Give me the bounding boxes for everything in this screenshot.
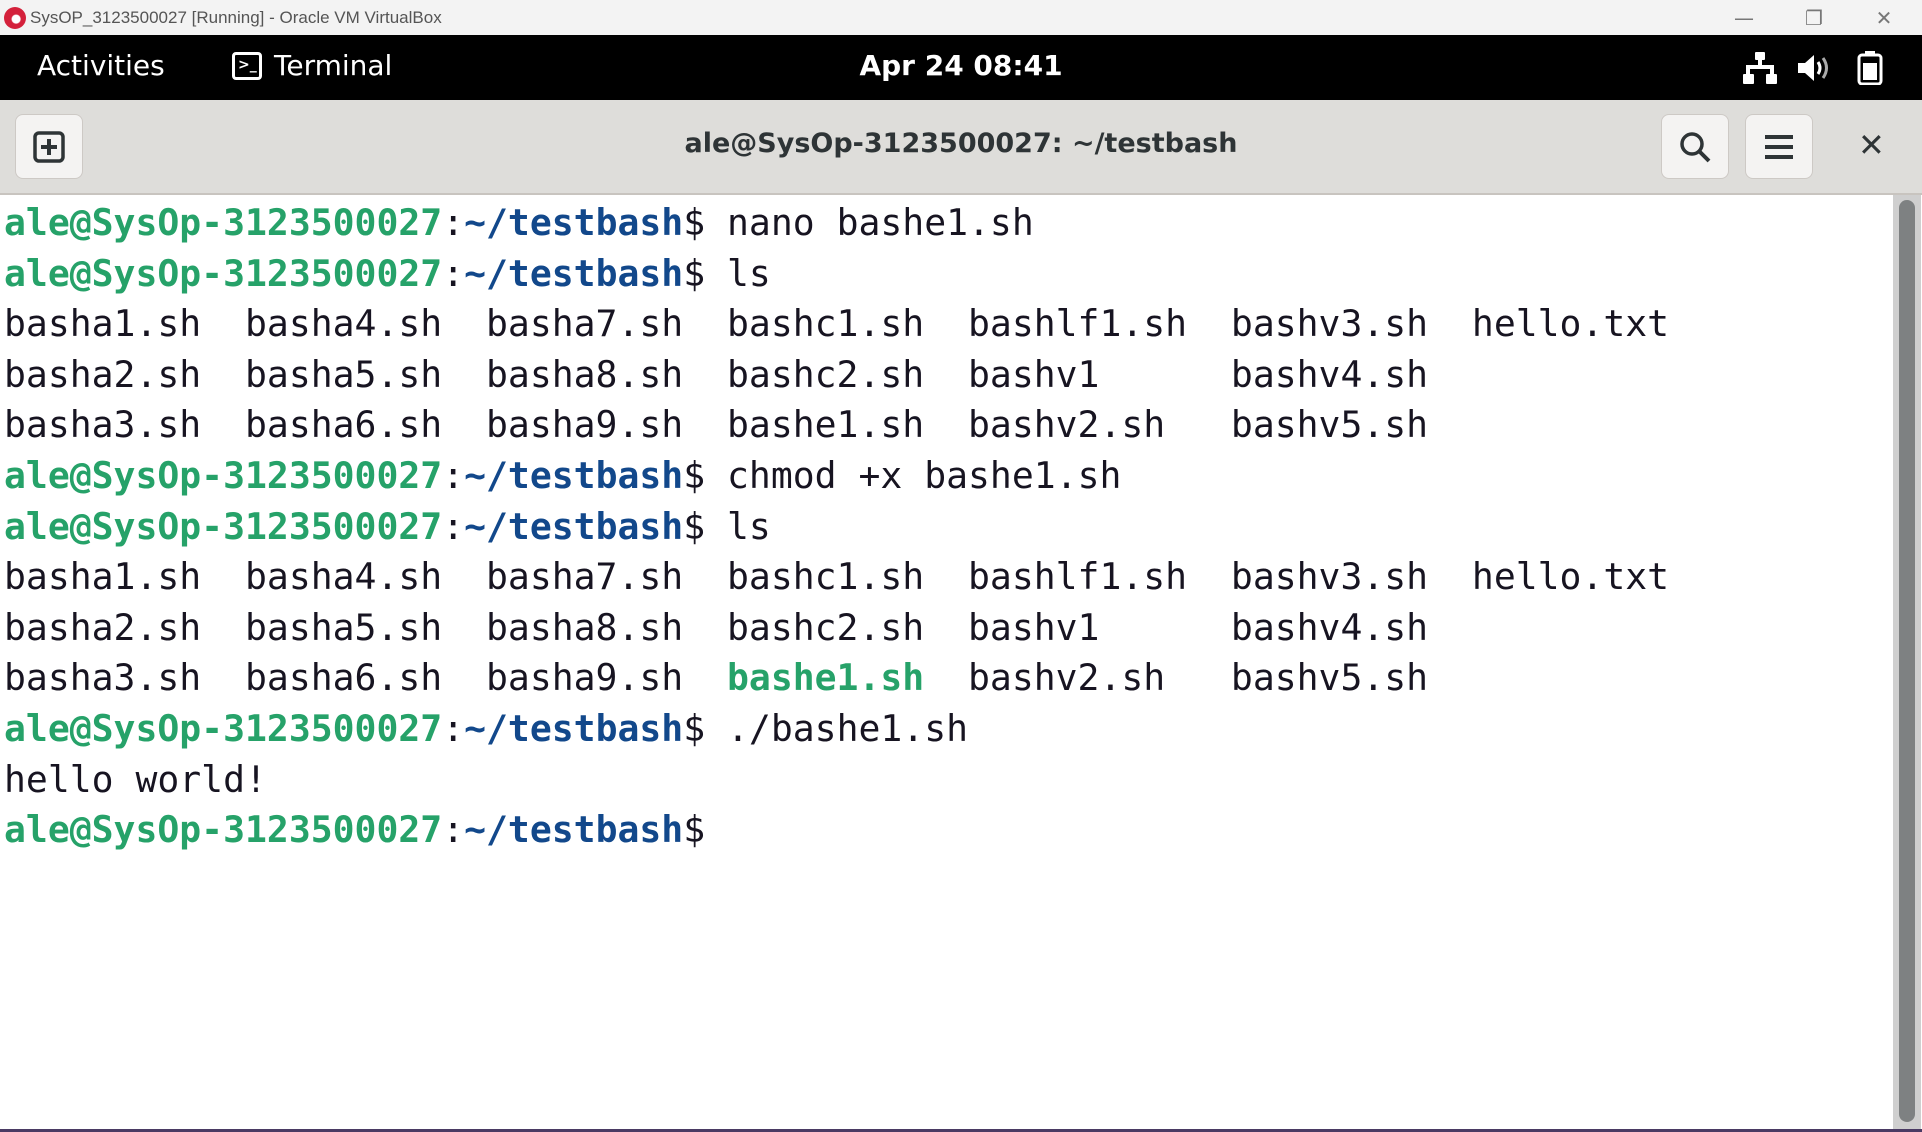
terminal-text: $ ls bbox=[683, 504, 771, 548]
battery-icon[interactable] bbox=[1850, 51, 1890, 85]
terminal-line: basha2.sh basha5.sh basha8.sh bashc2.sh … bbox=[4, 603, 1669, 654]
terminal-line: basha3.sh basha6.sh basha9.sh bashe1.sh … bbox=[4, 653, 1669, 704]
prompt-user-host: ale@SysOp-3123500027 bbox=[4, 504, 443, 548]
terminal-text: $ bbox=[683, 808, 706, 852]
scrollbar-thumb[interactable] bbox=[1899, 200, 1915, 1122]
prompt-user-host: ale@SysOp-3123500027 bbox=[4, 808, 443, 852]
terminal-title: ale@SysOp-3123500027: ~/testbash bbox=[684, 128, 1238, 159]
menu-button[interactable] bbox=[1745, 114, 1813, 179]
prompt-user-host: ale@SysOp-3123500027 bbox=[4, 453, 443, 497]
terminal-line: basha1.sh basha4.sh basha7.sh bashc1.sh … bbox=[4, 299, 1669, 350]
virtualbox-logo-icon bbox=[4, 6, 26, 29]
hamburger-menu-icon bbox=[1765, 134, 1793, 159]
close-window-button[interactable]: ✕ bbox=[1856, 0, 1912, 35]
terminal-text: basha2.sh basha5.sh basha8.sh bashc2.sh … bbox=[4, 352, 1429, 396]
terminal-line: ale@SysOp-3123500027:~/testbash$ ls bbox=[4, 502, 1669, 553]
terminal-text: hello world! bbox=[4, 757, 267, 801]
terminal-line: ale@SysOp-3123500027:~/testbash$ bbox=[4, 805, 1669, 856]
terminal-line: basha3.sh basha6.sh basha9.sh bashe1.sh … bbox=[4, 400, 1669, 451]
close-terminal-button[interactable]: ✕ bbox=[1858, 126, 1885, 164]
virtualbox-titlebar: SysOP_3123500027 [Running] - Oracle VM V… bbox=[0, 0, 1922, 35]
terminal-line: ale@SysOp-3123500027:~/testbash$ chmod +… bbox=[4, 451, 1669, 502]
prompt-user-host: ale@SysOp-3123500027 bbox=[4, 251, 443, 295]
terminal-headerbar: ale@SysOp-3123500027: ~/testbash ✕ bbox=[0, 100, 1922, 195]
clock[interactable]: Apr 24 08:41 bbox=[0, 49, 1922, 82]
terminal-text: basha2.sh basha5.sh basha8.sh bashc2.sh … bbox=[4, 605, 1429, 649]
terminal-text: : bbox=[442, 504, 465, 548]
terminal-text: : bbox=[442, 453, 465, 497]
scrollbar[interactable] bbox=[1893, 195, 1921, 1129]
gnome-top-bar: Activities >_ Terminal Apr 24 08:41 bbox=[0, 35, 1922, 100]
search-icon bbox=[1680, 131, 1711, 162]
prompt-user-host: ale@SysOp-3123500027 bbox=[4, 201, 443, 244]
prompt-path: ~/testbash bbox=[464, 504, 684, 548]
terminal-text: $ ls bbox=[683, 251, 771, 295]
terminal-text: : bbox=[442, 251, 465, 295]
search-button[interactable] bbox=[1661, 114, 1729, 179]
terminal-line: hello world! bbox=[4, 755, 1669, 806]
terminal-text: : bbox=[442, 808, 465, 852]
prompt-user-host: ale@SysOp-3123500027 bbox=[4, 706, 443, 750]
terminal-text: basha1.sh basha4.sh basha7.sh bashc1.sh … bbox=[4, 555, 1670, 599]
network-icon[interactable] bbox=[1740, 51, 1780, 85]
terminal-line: ale@SysOp-3123500027:~/testbash$ ls bbox=[4, 249, 1669, 300]
terminal-text: : bbox=[442, 706, 465, 750]
prompt-path: ~/testbash bbox=[464, 808, 684, 852]
prompt-path: ~/testbash bbox=[464, 706, 684, 750]
prompt-path: ~/testbash bbox=[464, 453, 684, 497]
terminal-line: ale@SysOp-3123500027:~/testbash$ nano ba… bbox=[4, 198, 1669, 249]
terminal-output[interactable]: ale@SysOp-3123500027:~/testbash$ nano ba… bbox=[4, 198, 1669, 856]
prompt-path: ~/testbash bbox=[464, 251, 684, 295]
terminal-line: basha1.sh basha4.sh basha7.sh bashc1.sh … bbox=[4, 552, 1669, 603]
terminal-text: $ chmod +x bashe1.sh bbox=[683, 453, 1122, 497]
terminal-text: basha3.sh basha6.sh basha9.sh bashe1.sh … bbox=[4, 403, 1429, 447]
terminal-text: $ nano bashe1.sh bbox=[683, 201, 1034, 244]
terminal-text: bashv2.sh bashv5.sh bbox=[924, 656, 1429, 700]
volume-icon[interactable] bbox=[1793, 51, 1833, 85]
restore-button[interactable]: ❐ bbox=[1786, 0, 1842, 35]
terminal-text: : bbox=[442, 201, 465, 244]
prompt-user-host: bashe1.sh bbox=[727, 656, 925, 700]
window-title: SysOP_3123500027 [Running] - Oracle VM V… bbox=[30, 7, 442, 27]
terminal-line: basha2.sh basha5.sh basha8.sh bashc2.sh … bbox=[4, 350, 1669, 401]
terminal-line: ale@SysOp-3123500027:~/testbash$ ./bashe… bbox=[4, 704, 1669, 755]
prompt-path: ~/testbash bbox=[464, 201, 684, 244]
terminal-text: $ ./bashe1.sh bbox=[683, 706, 969, 750]
minimize-button[interactable]: — bbox=[1716, 0, 1772, 35]
terminal-text: basha3.sh basha6.sh basha9.sh bbox=[4, 656, 727, 700]
terminal-text: basha1.sh basha4.sh basha7.sh bashc1.sh … bbox=[4, 302, 1670, 346]
